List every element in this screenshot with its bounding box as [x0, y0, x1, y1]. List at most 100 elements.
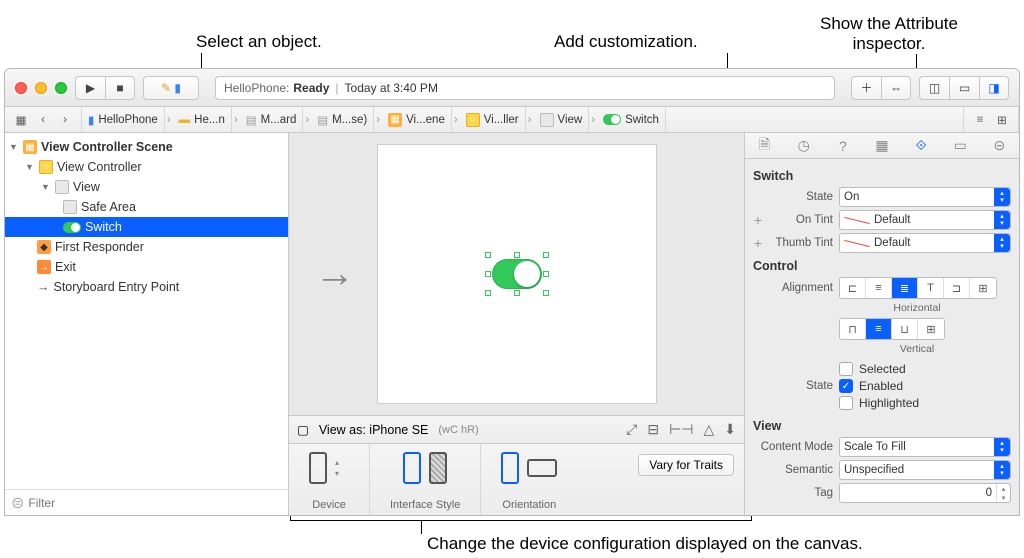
selection-handles[interactable] [488, 255, 546, 293]
switch-icon [603, 114, 621, 125]
xcode-window: ▶ ■ ✎ ▮ HelloPhone: Ready | Today at 3:4… [4, 68, 1020, 516]
exit-row[interactable]: → Exit [5, 257, 288, 277]
scene-row[interactable]: ▼▦ View Controller Scene [5, 137, 288, 157]
pin-icon[interactable]: ⊢⊣ [669, 421, 693, 438]
back-button[interactable]: ‹ [33, 114, 53, 126]
identity-inspector-tab[interactable]: ▦ [870, 137, 894, 154]
stop-button[interactable]: ■ [105, 76, 135, 100]
connections-inspector-tab[interactable]: ⊝ [987, 137, 1011, 154]
filter-input[interactable] [28, 496, 282, 510]
scheme-selector[interactable]: ✎ ▮ [143, 76, 199, 100]
help-inspector-tab[interactable]: ? [831, 138, 855, 154]
view-row[interactable]: ▼ View [5, 177, 288, 197]
add-customization-button[interactable]: + [753, 235, 763, 251]
vc-row[interactable]: ▼○ View Controller [5, 157, 288, 177]
device-config-bar: ▴▾ Device Interface Style O [289, 443, 744, 515]
file-inspector-tab[interactable]: 🗎 [753, 134, 777, 158]
annotation-show-attribute: Show the Attribute inspector. [814, 14, 964, 54]
history-inspector-tab[interactable]: ◷ [792, 137, 816, 154]
dark-style-icon[interactable] [429, 452, 447, 484]
highlighted-checkbox[interactable] [839, 396, 853, 410]
orientation-label: Orientation [502, 499, 556, 511]
entry-point-row[interactable]: → Storyboard Entry Point [5, 277, 288, 297]
zoom-fit-icon[interactable]: ⤢ [626, 421, 637, 438]
state-select[interactable]: On [839, 187, 1011, 207]
minimize-window-button[interactable] [35, 82, 47, 94]
device-phone-icon[interactable] [309, 452, 327, 484]
tag-input[interactable]: 0▴▾ [839, 483, 1011, 503]
view-section-title: View [753, 419, 1011, 433]
toggle-debug-button[interactable]: ▭ [949, 76, 979, 100]
library-button[interactable]: ＋ [851, 76, 881, 100]
thumbtint-select[interactable]: Default [839, 233, 1011, 253]
switch-section-title: Switch [753, 169, 1011, 183]
jump-seg4[interactable]: ▤M...se) [311, 107, 374, 132]
run-stop-group: ▶ ■ [75, 76, 135, 100]
orientation-group: Orientation [481, 444, 577, 515]
vary-for-traits-button[interactable]: Vary for Traits [638, 454, 734, 476]
jump-seg2[interactable]: ▬He...n [173, 107, 232, 132]
jump-seg6[interactable]: ○Vi...ller [460, 107, 526, 132]
cube-icon: ◆ [37, 240, 51, 254]
status-project: HelloPhone: [224, 81, 289, 95]
view-icon [55, 180, 69, 194]
contentmode-select[interactable]: Scale To Fill [839, 437, 1011, 457]
device-group: ▴▾ Device [289, 444, 370, 515]
toggle-navigator-button[interactable]: ◫ [919, 76, 949, 100]
annotation-line [421, 520, 422, 534]
portrait-icon[interactable] [501, 452, 519, 484]
adjust-editor-icon[interactable]: ⊞ [992, 113, 1012, 127]
device-stepper[interactable]: ▴▾ [335, 458, 349, 478]
style-group: Interface Style [370, 444, 481, 515]
zoom-window-button[interactable] [55, 82, 67, 94]
outline-toggle-icon[interactable]: ▢ [297, 422, 309, 437]
resolve-icon[interactable]: △ [703, 421, 714, 438]
selected-label: Selected [859, 362, 906, 376]
add-customization-button[interactable]: + [753, 212, 763, 228]
device-label: Device [312, 499, 346, 511]
safearea-row[interactable]: Safe Area [5, 197, 288, 217]
viewas-bar: ▢ View as: iPhone SE (wC hR) ⤢ ⊟ ⊢⊣ △ ⬇ [289, 415, 744, 443]
jump-seg7[interactable]: View [534, 107, 590, 132]
document-outline: ▼▦ View Controller Scene ▼○ View Control… [5, 133, 289, 515]
viewas-label[interactable]: View as: iPhone SE [319, 423, 429, 437]
light-style-icon[interactable] [403, 452, 421, 484]
horizontal-alignment-segmented[interactable]: ⊏≡≣T⊐⊞ [839, 277, 997, 299]
first-responder-row[interactable]: ◆ First Responder [5, 237, 288, 257]
status-time: Today at 3:40 PM [345, 81, 438, 95]
toggle-inspector-button[interactable]: ◨ [979, 76, 1009, 100]
semantic-select[interactable]: Unspecified [839, 460, 1011, 480]
jump-seg8[interactable]: Switch [597, 107, 666, 132]
selected-checkbox[interactable] [839, 362, 853, 376]
jump-seg5[interactable]: ▦Vi...ene [382, 107, 452, 132]
scene-label: View Controller Scene [41, 140, 173, 154]
jump-bar: ▦ ‹ › ▮HelloPhone › ▬He...n › ▤M...ard ›… [5, 107, 1019, 133]
attributes-inspector-tab[interactable]: ⟐ [909, 137, 933, 154]
control-section-title: Control [753, 259, 1011, 273]
device-frame[interactable] [377, 144, 657, 404]
size-inspector-tab[interactable]: ▭ [948, 137, 972, 154]
vertical-alignment-segmented[interactable]: ⊓≡⊔⊞ [839, 318, 945, 340]
code-review-button[interactable]: ⇔ [881, 76, 911, 100]
forward-button[interactable]: › [55, 114, 75, 126]
landscape-icon[interactable] [527, 459, 557, 477]
traffic-lights [15, 82, 67, 94]
close-window-button[interactable] [15, 82, 27, 94]
run-button[interactable]: ▶ [75, 76, 105, 100]
color-swatch [844, 236, 870, 250]
ontint-select[interactable]: Default [839, 210, 1011, 230]
titlebar: ▶ ■ ✎ ▮ HelloPhone: Ready | Today at 3:4… [5, 69, 1019, 107]
related-items-icon[interactable]: ▦ [11, 113, 31, 127]
canvas-view[interactable]: → [289, 133, 744, 415]
safearea-icon [63, 200, 77, 214]
embed-icon[interactable]: ⬇ [724, 421, 736, 438]
switch-row[interactable]: Switch [5, 217, 288, 237]
align-icon[interactable]: ⊟ [647, 421, 659, 438]
jump-project[interactable]: ▮HelloPhone [82, 107, 165, 132]
jump-seg3[interactable]: ▤M...ard [240, 107, 304, 132]
vertical-label: Vertical [823, 343, 1011, 355]
outline-icon[interactable]: ≡ [970, 114, 990, 126]
tag-label: Tag [753, 487, 833, 499]
state2-label: State [769, 380, 833, 392]
enabled-checkbox[interactable]: ✓ [839, 379, 853, 393]
